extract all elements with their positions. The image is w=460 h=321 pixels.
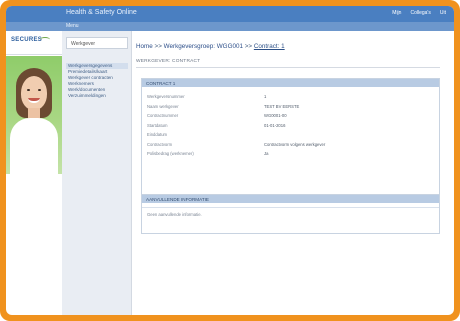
detail-value: Contractvorm volgens werkgever [264, 141, 326, 147]
detail-label: Naam werkgever [147, 103, 179, 109]
divider [142, 207, 439, 208]
sidebar-item-verzuimmeldingen[interactable]: Verzuimmeldingen [66, 93, 128, 99]
sub-bar: Menu [6, 22, 454, 31]
detail-value: WG0001-00 [264, 113, 287, 118]
detail-label: Contractnummer [147, 113, 179, 118]
logo-text: SECURES [11, 37, 43, 43]
detail-row: Naam werkgever TEST BV EERSTE [147, 104, 437, 114]
top-bar: Health & Safety Online Mijn Collega's Ui… [6, 6, 454, 22]
profile-photo [6, 56, 62, 174]
detail-value: 01-01-2016 [264, 122, 286, 128]
breadcrumb-home[interactable]: Home [136, 43, 153, 50]
top-nav: Mijn Collega's Uit [392, 10, 446, 16]
detail-value: 1 [264, 94, 267, 99]
detail-value: TEST BV EERSTE [264, 103, 300, 109]
detail-label: Einddatum [147, 132, 168, 137]
nav-mijn[interactable]: Mijn [392, 10, 401, 16]
breadcrumb-werkgeversgroep[interactable]: Werkgeversgroep: WGG001 [164, 43, 243, 50]
subbar-label[interactable]: Menu [66, 23, 79, 29]
page-title: WERKGEVER: CONTRACT [136, 59, 201, 64]
detail-label: Werkgeversnummer [147, 94, 185, 99]
breadcrumb-separator: >> [154, 43, 162, 50]
photo-eye-left [27, 89, 30, 91]
contract-details: Werkgeversnummer 1 Naam werkgever TEST B… [147, 94, 437, 161]
contract-panel-title: CONTRACT 1 [142, 79, 439, 87]
detail-value: Ja [264, 151, 269, 156]
info-text: Geen aanvullende informatie. [147, 212, 202, 217]
detail-row: Contractvorm Contractvorm volgens werkge… [147, 142, 437, 152]
breadcrumb-current[interactable]: Contract: 1 [254, 43, 285, 50]
outer-frame: Health & Safety Online Mijn Collega's Ui… [0, 0, 460, 321]
detail-row: Einddatum [147, 132, 437, 142]
detail-row: Polisbedrag (werknemer) Ja [147, 151, 437, 161]
breadcrumb-separator: >> [244, 43, 253, 50]
logo[interactable]: SECURES [6, 31, 62, 55]
nav-uit[interactable]: Uit [440, 10, 446, 16]
photo-face [21, 76, 47, 110]
contract-panel: CONTRACT 1 Werkgeversnummer 1 Naam werkg… [141, 78, 440, 204]
divider [136, 67, 440, 68]
sidebar-menu: Werkgeversgegevens Premiedetails/kaart W… [66, 63, 128, 99]
photo-shirt [10, 118, 58, 174]
main-content: Home >> Werkgeversgroep: WGG001 >> Contr… [136, 31, 454, 315]
nav-collegas[interactable]: Collega's [410, 10, 430, 16]
detail-label: Polisbedrag (werknemer) [147, 151, 194, 156]
photo-eye-right [38, 89, 41, 91]
sidebar: Werkgever Werkgeversgegevens Premiedetai… [62, 31, 132, 315]
app-window: Health & Safety Online Mijn Collega's Ui… [6, 6, 454, 315]
detail-label: Contractvorm [147, 141, 173, 147]
breadcrumb: Home >> Werkgeversgroep: WGG001 >> Contr… [136, 43, 285, 50]
info-panel-title: AANVULLENDE INFORMATIE [142, 195, 439, 203]
sidebar-header[interactable]: Werkgever [66, 37, 128, 49]
detail-row: Startdatum 01-01-2016 [147, 123, 437, 133]
detail-row: Werkgeversnummer 1 [147, 94, 437, 104]
info-panel: AANVULLENDE INFORMATIE Geen aanvullende … [141, 194, 440, 234]
app-title: Health & Safety Online [66, 9, 137, 16]
detail-label: Startdatum [147, 122, 168, 128]
detail-row: Contractnummer WG0001-00 [147, 113, 437, 123]
logo-swoosh-icon [40, 37, 50, 42]
